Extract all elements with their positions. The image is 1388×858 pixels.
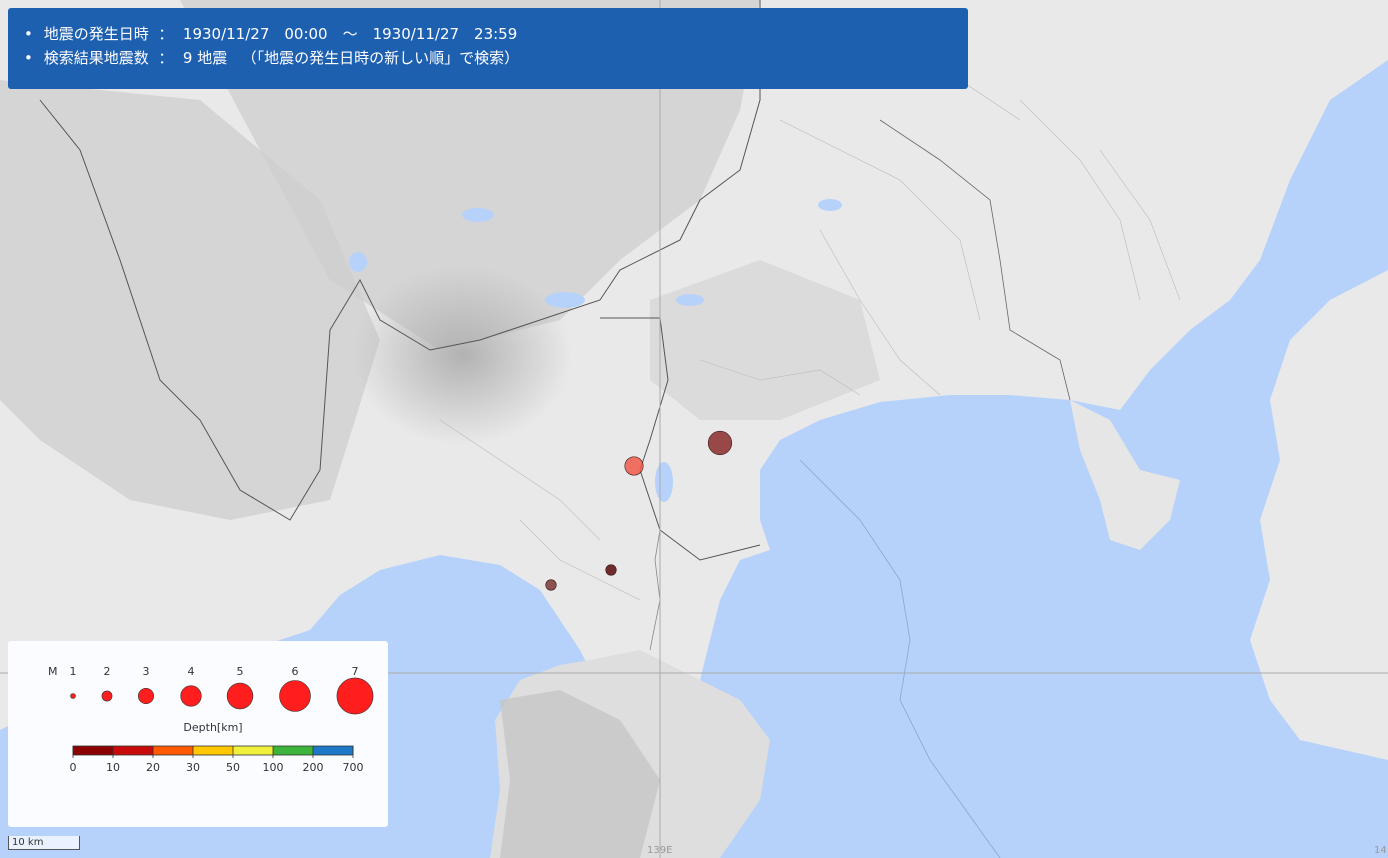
legend-magnitude-circle-1	[70, 693, 76, 699]
legend-magnitude-6: 6	[292, 665, 299, 678]
earthquake-marker[interactable]	[624, 456, 644, 476]
depth-tick-label-700: 700	[343, 761, 364, 774]
depth-bar-segment	[273, 746, 314, 755]
legend-magnitude-7: 7	[352, 665, 359, 678]
lake-kawaguchi	[545, 292, 585, 308]
depth-tick-label-100: 100	[263, 761, 284, 774]
info-count-value: 9 地震	[182, 49, 228, 67]
graticule-label-139e: 139E	[647, 845, 673, 856]
legend-magnitude-1: 1	[70, 665, 77, 678]
info-date-range: 1930/11/27 00:00 ～ 1930/11/27 23:59	[182, 25, 518, 43]
earthquake-marker[interactable]	[545, 579, 557, 591]
earthquake-marker[interactable]	[605, 564, 617, 576]
info-sort-note: （「地震の発生日時の新しい順」で検索）	[241, 49, 520, 67]
legend-magnitude-circle-4	[180, 685, 202, 707]
legend-magnitude-2: 2	[104, 665, 111, 678]
depth-bar-segment	[73, 746, 114, 755]
info-date-label: 地震の発生日時	[43, 25, 149, 43]
mt-fuji-shade	[352, 265, 572, 445]
lake-tanzawa	[818, 199, 842, 211]
legend-magnitude-3: 3	[143, 665, 150, 678]
info-count-label: 検索結果地震数	[43, 49, 149, 67]
scale-bar: 10 km	[8, 836, 80, 850]
lake-sagami	[462, 208, 494, 222]
legend-depth-scale: 0 10 20 30 50 100 200 700	[70, 745, 364, 774]
legend-magnitude-scale: 1 2 3 4 5 6 7	[70, 665, 374, 715]
legend-graphic: M 1 2 3 4 5 6 7 Depth[km] 0 10 20 30 50 100 200 700	[48, 665, 374, 774]
legend-magnitude-4: 4	[188, 665, 195, 678]
depth-bar-segment	[153, 746, 194, 755]
depth-tick-label-20: 20	[146, 761, 160, 774]
depth-bar-segment	[193, 746, 234, 755]
map-legend: M 1 2 3 4 5 6 7 Depth[km] 0 10 20 30 50 100 200 700	[8, 641, 388, 827]
legend-magnitude-circle-3	[138, 687, 155, 704]
graticule-label-14: 14	[1374, 845, 1387, 856]
depth-bar-segment	[233, 746, 274, 755]
depth-tick-label-200: 200	[303, 761, 324, 774]
lake-motosu	[349, 252, 367, 272]
lake-ashi	[655, 462, 673, 502]
legend-magnitude-circle-2	[101, 690, 113, 702]
depth-tick-label-0: 0	[70, 761, 77, 774]
legend-magnitude-circle-6	[279, 680, 311, 712]
info-date-row: 地震の発生日時 ： 1930/11/27 00:00 ～ 1930/11/27 …	[24, 22, 968, 46]
earthquake-marker[interactable]	[707, 430, 733, 456]
legend-magnitude-5: 5	[237, 665, 244, 678]
depth-tick-label-30: 30	[186, 761, 200, 774]
depth-tick-label-10: 10	[106, 761, 120, 774]
lake-yamanaka	[676, 294, 704, 306]
depth-bar-segment	[313, 746, 354, 755]
legend-magnitude-circle-5	[226, 682, 254, 710]
search-info-panel: 地震の発生日時 ： 1930/11/27 00:00 ～ 1930/11/27 …	[8, 8, 968, 89]
legend-depth-label: Depth[km]	[183, 721, 242, 734]
info-count-row: 検索結果地震数 ： 9 地震 （「地震の発生日時の新しい順」で検索）	[24, 46, 968, 70]
legend-magnitude-circle-7	[336, 677, 374, 715]
depth-tick-label-50: 50	[226, 761, 240, 774]
depth-bar-segment	[113, 746, 154, 755]
legend-magnitude-label: M	[48, 665, 58, 678]
